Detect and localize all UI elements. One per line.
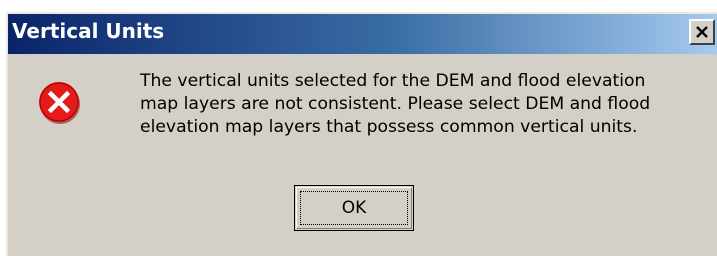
title-bar[interactable]: Vertical Units <box>8 14 717 54</box>
dialog-title: Vertical Units <box>12 19 165 43</box>
error-message: The vertical units selected for the DEM … <box>140 70 710 139</box>
message-line: elevation map layers that possess common… <box>140 117 638 137</box>
close-button[interactable] <box>689 19 715 45</box>
ok-button-label: OK <box>341 198 367 218</box>
vertical-units-dialog: Vertical Units The vertical units select… <box>6 12 717 256</box>
close-icon <box>696 26 708 38</box>
message-line: The vertical units selected for the DEM … <box>140 71 646 91</box>
error-icon <box>39 82 80 124</box>
ok-button[interactable]: OK <box>294 185 414 231</box>
message-line: map layers are not consistent. Please se… <box>140 94 651 114</box>
